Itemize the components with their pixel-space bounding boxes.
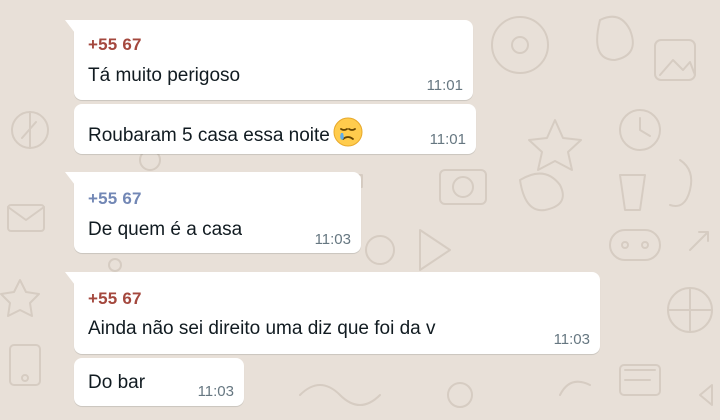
doodle-wheel-icon <box>491 16 549 74</box>
doodle-gamepad-icon <box>609 229 661 261</box>
message-bubble[interactable]: +55 67 Ainda não sei direito uma diz que… <box>65 272 600 354</box>
doodle-play-icon <box>419 229 451 271</box>
doodle-leaf-icon <box>596 15 634 61</box>
message-bubble[interactable]: +55 67 De quem é a casa 11:03 <box>65 172 361 253</box>
doodle-phone-icon <box>9 344 41 386</box>
message-time: 11:03 <box>314 231 351 248</box>
sender-phone[interactable]: +55 67 <box>88 35 142 55</box>
message-text: De quem é a casa <box>88 219 243 240</box>
sender-phone[interactable]: +55 67 <box>88 189 142 209</box>
message-text: Do bar <box>88 372 146 393</box>
message-text: Roubaram 5 casa essa noite <box>88 117 363 153</box>
message-text: Ainda não sei direito uma diz que foi da… <box>88 318 436 339</box>
message-time: 11:03 <box>197 383 234 400</box>
doodle-camera-icon <box>439 169 487 205</box>
message-time: 11:01 <box>429 131 466 148</box>
doodle-cup-icon <box>619 174 646 211</box>
sender-phone[interactable]: +55 67 <box>88 289 142 309</box>
doodle-lips-icon <box>519 172 564 212</box>
sad-face-emoji-icon <box>333 117 363 153</box>
message-time: 11:01 <box>426 77 463 94</box>
message-bubble[interactable]: +55 67 Tá muito perigoso 11:01 <box>65 20 473 100</box>
doodle-envelope-icon <box>7 204 45 232</box>
doodle-star-icon <box>0 279 40 317</box>
message-bubble[interactable]: Roubaram 5 casa essa noite 11:01 <box>74 104 476 154</box>
message-time: 11:03 <box>553 331 590 348</box>
message-bubble[interactable]: Do bar 11:03 <box>74 358 244 406</box>
message-text: Tá muito perigoso <box>88 65 241 86</box>
